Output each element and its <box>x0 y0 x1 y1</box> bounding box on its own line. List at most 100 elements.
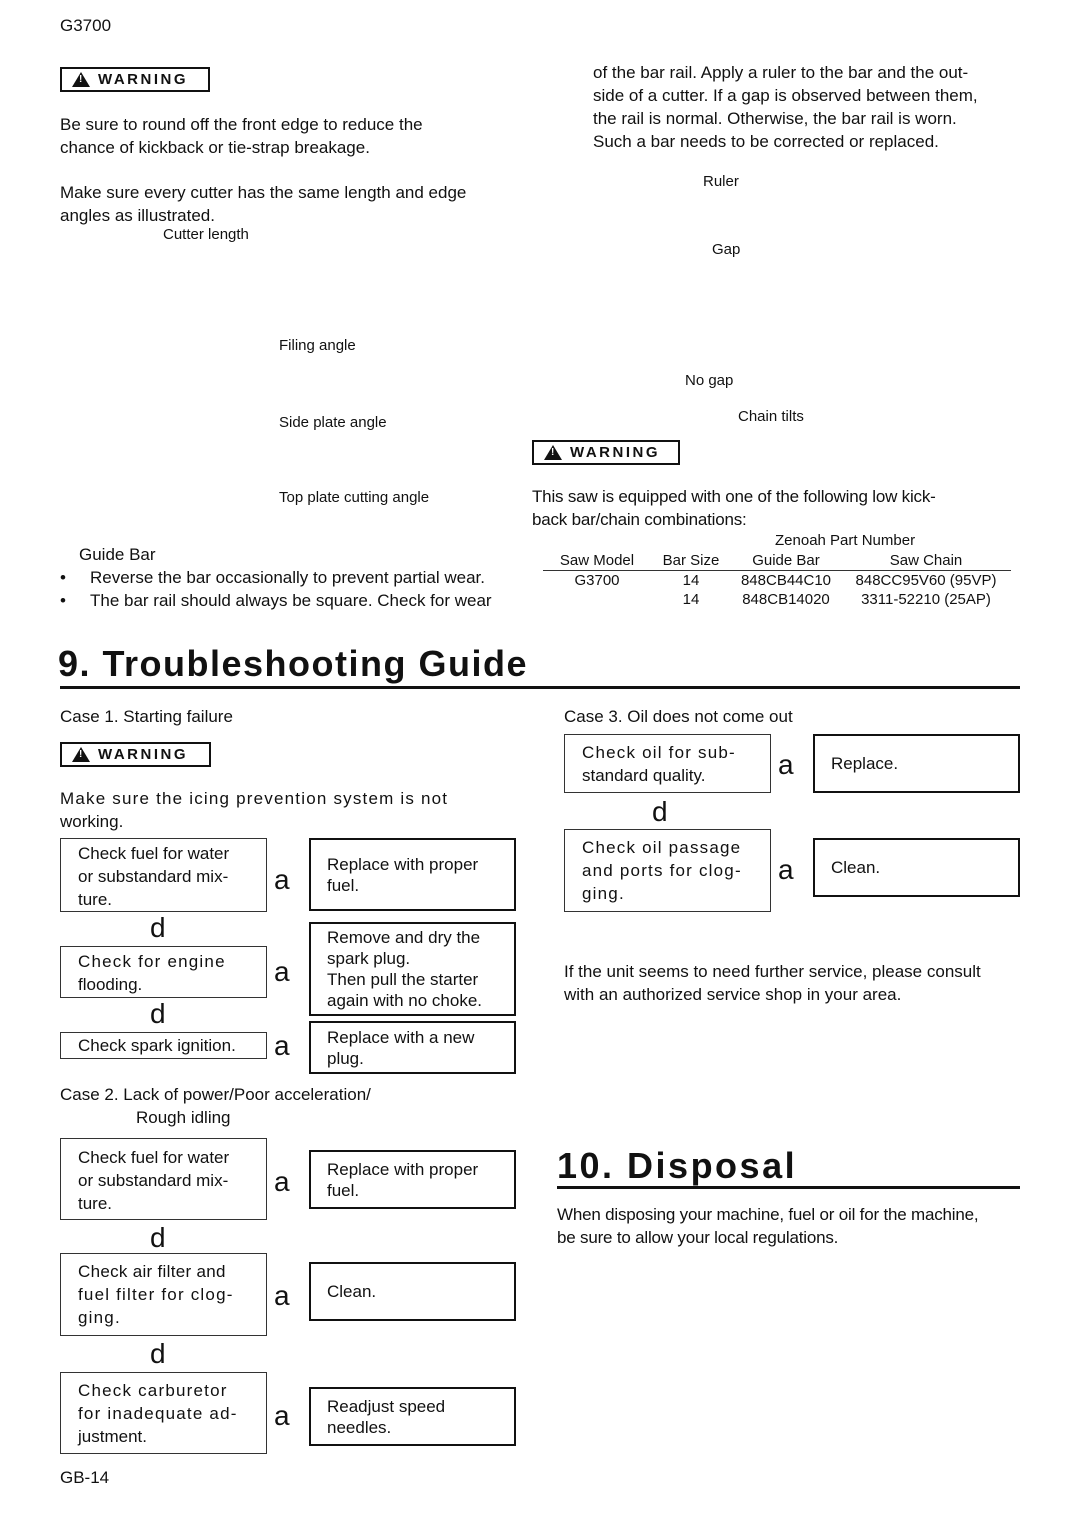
text-line: Check oil for sub- <box>582 743 736 762</box>
case3-check-oil: Check oil for sub- standard quality. <box>564 734 771 793</box>
case1-check-spark: Check spark ignition. <box>60 1032 267 1059</box>
case1-action-new-plug: Replace with a new plug. <box>309 1021 516 1074</box>
arrow-right-icon: a <box>274 864 290 895</box>
warning-label: WARNING <box>98 71 188 88</box>
icing-warning-text: Make sure the icing prevention system is… <box>60 787 448 833</box>
arrow-right-icon: a <box>778 854 794 885</box>
table-cell: 848CB44C10 <box>740 572 832 589</box>
arrow-down-icon: d <box>150 1222 166 1253</box>
text-line: working. <box>60 812 124 831</box>
text-line: Case 2. Lack of power/Poor acceleration/ <box>60 1085 371 1104</box>
text-line: and ports for clog- <box>582 861 742 880</box>
case3-action-clean: Clean. <box>813 838 1020 897</box>
guide-bar-bullet: The bar rail should always be square. Ch… <box>90 591 492 610</box>
text-line: or substandard mix- <box>78 867 229 886</box>
parts-table-group-header: Zenoah Part Number <box>775 532 916 549</box>
text-line: Remove and dry the <box>327 928 481 947</box>
column-header: Guide Bar <box>752 552 820 569</box>
text-line: Make sure every cutter has the same leng… <box>60 183 467 202</box>
guide-bar-bullet: Reverse the bar occasionally to prevent … <box>90 568 485 587</box>
text-line: Clean. <box>327 1282 377 1301</box>
warning-badge: WARNING <box>532 440 680 465</box>
warning-label: WARNING <box>570 444 660 461</box>
text-line: ging. <box>78 1308 121 1327</box>
case3-action-replace: Replace. <box>813 734 1020 793</box>
table-cell: 14 <box>682 572 700 589</box>
text-line: fuel filter for clog- <box>78 1285 234 1304</box>
text-line: Check air filter and <box>78 1262 226 1281</box>
case2-action-clean: Clean. <box>309 1262 516 1321</box>
arrow-right-icon: a <box>778 749 794 780</box>
text-line: of the bar rail. Apply a ruler to the ba… <box>593 63 969 82</box>
warning-badge: WARNING <box>60 67 210 92</box>
case2-check-filters: Check air filter and fuel filter for clo… <box>60 1253 267 1336</box>
warning-triangle-icon <box>72 72 90 87</box>
table-row: 14 848CB14020 3311-52210 (25AP) <box>543 590 1011 609</box>
case2-action-readjust: Readjust speed needles. <box>309 1387 516 1446</box>
figure-label-chain-tilts: Chain tilts <box>738 408 804 425</box>
case1-action-replace-fuel: Replace with proper fuel. <box>309 838 516 911</box>
table-cell <box>543 590 651 609</box>
text-line: back bar/chain combinations: <box>532 510 747 529</box>
figure-label-cutter-length: Cutter length <box>163 226 249 243</box>
text-line: Check oil passage <box>582 838 742 857</box>
table-cell: 14 <box>682 591 700 608</box>
case3-check-passage: Check oil passage and ports for clog- gi… <box>564 829 771 912</box>
text-line: ging. <box>582 884 625 903</box>
text-line: spark plug. <box>327 949 411 968</box>
text-line: Replace. <box>831 754 899 773</box>
arrow-right-icon: a <box>274 1280 290 1311</box>
warning-badge: WARNING <box>60 742 211 767</box>
model-header: G3700 <box>60 16 112 35</box>
text-line: If the unit seems to need further servic… <box>564 962 981 981</box>
case1-check-flooding: Check for engine flooding. <box>60 946 267 998</box>
arrow-right-icon: a <box>274 1166 290 1197</box>
text-line: Make sure the icing prevention system is… <box>60 789 449 808</box>
warning-triangle-icon <box>544 445 562 460</box>
text-line: needles. <box>327 1417 392 1437</box>
arrow-down-icon: d <box>150 912 166 943</box>
warning-triangle-icon <box>72 747 90 762</box>
table-cell: 848CC95V60 (95VP) <box>855 572 997 589</box>
column-header: Saw Chain <box>889 552 963 569</box>
text-line: with an authorized service shop in your … <box>564 985 902 1004</box>
text-line: Check spark ignition. <box>78 1036 236 1055</box>
figure-label-side-plate-angle: Side plate angle <box>279 414 387 431</box>
case1-title: Case 1. Starting failure <box>60 707 233 726</box>
text-line: Clean. <box>831 858 881 877</box>
text-line: justment. <box>78 1427 147 1446</box>
text-line: side of a cutter. If a gap is observed b… <box>593 86 978 105</box>
parts-table: Saw Model Bar Size Guide Bar Saw Chain G… <box>543 551 1011 609</box>
round-off-warning-text: Be sure to round off the front edge to r… <box>60 113 423 159</box>
section-title-troubleshooting: 9. Troubleshooting Guide <box>58 643 529 684</box>
text-line: Then pull the starter <box>327 970 479 989</box>
figure-label-no-gap: No gap <box>685 372 734 389</box>
text-line: standard quality. <box>582 766 706 785</box>
page-number: GB-14 <box>60 1468 110 1487</box>
text-line: the rail is normal. Otherwise, the bar r… <box>593 109 957 128</box>
arrow-right-icon: a <box>274 1030 290 1061</box>
low-kickback-text: This saw is equipped with one of the fol… <box>532 485 936 531</box>
table-cell: G3700 <box>574 572 620 589</box>
text-line: When disposing your machine, fuel or oil… <box>557 1205 979 1224</box>
case2-check-fuel: Check fuel for water or substandard mix-… <box>60 1138 267 1220</box>
text-line: This saw is equipped with one of the fol… <box>532 487 936 506</box>
arrow-down-icon: d <box>652 796 668 827</box>
text-line: fuel. <box>327 875 360 895</box>
disposal-text: When disposing your machine, fuel or oil… <box>557 1203 979 1249</box>
column-header: Bar Size <box>662 552 720 569</box>
case1-check-fuel: Check fuel for water or substandard mix-… <box>60 838 267 912</box>
arrow-down-icon: d <box>150 1338 166 1369</box>
text-line: Replace with proper <box>327 1159 479 1179</box>
text-line: plug. <box>327 1048 364 1068</box>
text-line: flooding. <box>78 975 143 994</box>
text-line: Readjust speed <box>327 1396 446 1416</box>
case2-check-carburetor: Check carburetor for inadequate ad- just… <box>60 1372 267 1454</box>
text-line: Check fuel for water <box>78 844 230 863</box>
text-line: angles as illustrated. <box>60 206 215 225</box>
text-line: be sure to allow your local regulations. <box>557 1228 839 1247</box>
text-line: ture. <box>78 890 113 909</box>
section-divider <box>557 1186 1020 1189</box>
warning-label: WARNING <box>98 746 188 763</box>
further-service-text: If the unit seems to need further servic… <box>564 960 981 1006</box>
